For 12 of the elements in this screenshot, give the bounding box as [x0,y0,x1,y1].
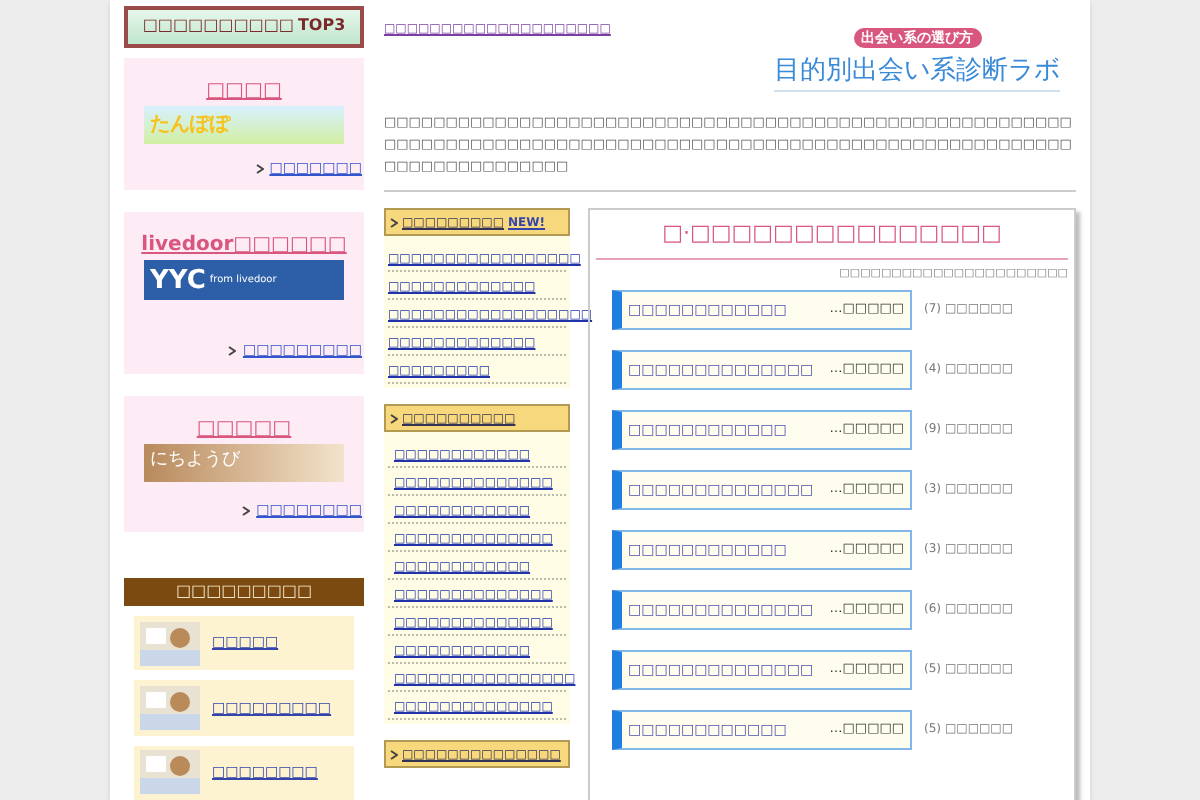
ranking-title: □□□□□□□□□□ [142,14,294,39]
ranking-label: TOP3 [297,14,346,39]
chevron-icon [390,413,398,423]
chevron-icon [390,217,398,227]
logo-title: 目的別出会い系診断ラボ [774,54,1060,92]
panel-title: □·□□□□□□□□□□□□□□□ [596,218,1068,259]
banner-logo: YYC [150,267,206,294]
chevron-icon [242,505,251,516]
chevron-icon [390,749,398,759]
chevron-icon [228,345,237,356]
chevron-icon [255,163,264,174]
section-header: □□□□□□□□□ [124,578,364,606]
